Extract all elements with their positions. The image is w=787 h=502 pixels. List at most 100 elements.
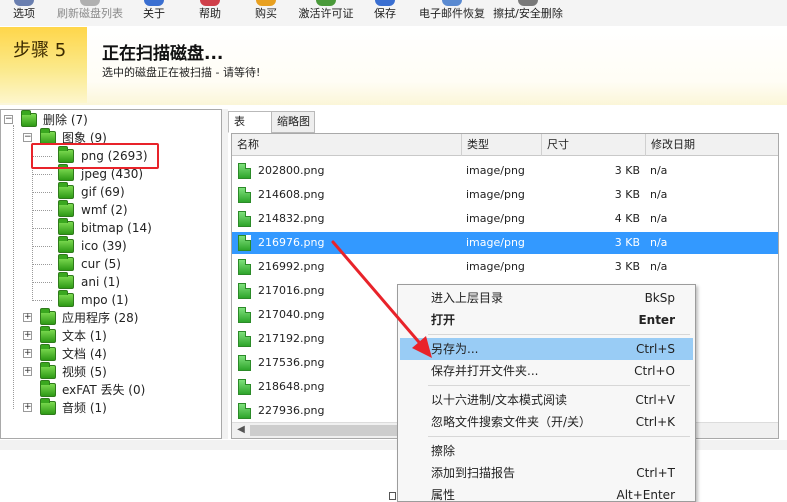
secure-delete-button[interactable]: 擦拭/安全删除: [491, 0, 565, 26]
folder-icon: [40, 398, 56, 415]
expand-icon[interactable]: +: [23, 331, 32, 340]
table-row[interactable]: 214832.png image/png 4 KB n/a: [232, 208, 778, 230]
menu-item-properties[interactable]: 属性 Alt+Enter: [400, 484, 693, 501]
expand-icon[interactable]: +: [23, 313, 32, 322]
menu-item-label: 打开: [431, 313, 456, 327]
refresh-drives-icon: [80, 0, 100, 6]
about-icon: [144, 0, 164, 6]
table-row[interactable]: 202800.png image/png 3 KB n/a: [232, 160, 778, 182]
resize-grip-icon[interactable]: [389, 492, 396, 500]
column-header-name[interactable]: 名称: [232, 134, 462, 156]
tree-node-label: 文本 (1): [62, 329, 107, 343]
tree-node-wmf[interactable]: wmf (2): [3, 200, 213, 219]
file-name: 202800.png: [258, 164, 325, 177]
menu-item-shortcut: Ctrl+V: [635, 393, 675, 407]
column-header-type[interactable]: 类型: [462, 134, 542, 156]
file-name: 214608.png: [258, 188, 325, 201]
file-name: 217016.png: [258, 284, 325, 297]
file-type: image/png: [466, 188, 525, 201]
refresh-drives-label: 刷新磁盘列表: [57, 7, 123, 20]
tree-node-mpo[interactable]: mpo (1): [3, 290, 213, 309]
menu-item-label: 保存并打开文件夹...: [431, 364, 539, 378]
toolbar: 选项 刷新磁盘列表 关于 帮助 购买 激活许可证 保存 电子邮件恢复 擦拭/安全…: [0, 0, 787, 26]
secure-delete-label: 擦拭/安全删除: [493, 7, 563, 20]
tree-node-label: bitmap (14): [81, 221, 152, 235]
pane-splitter[interactable]: [222, 109, 228, 439]
menu-item-label: 另存为...: [431, 342, 479, 356]
table-row-selected[interactable]: 216976.png image/png 3 KB n/a: [232, 232, 778, 254]
folder-icon: [40, 344, 56, 361]
file-size: 3 KB: [614, 236, 640, 249]
buy-button[interactable]: 购买: [250, 0, 282, 26]
save-button[interactable]: 保存: [369, 0, 401, 26]
help-icon: [200, 0, 220, 6]
annotation-highlight-box: [31, 143, 159, 169]
about-button[interactable]: 关于: [138, 0, 170, 26]
tree-node-applications[interactable]: + 应用程序 (28): [3, 308, 213, 327]
tree-node-text[interactable]: + 文本 (1): [3, 326, 213, 345]
folder-icon: [58, 164, 74, 181]
menu-item-ignore-folder[interactable]: 忽略文件搜索文件夹（开/关） Ctrl+K: [400, 411, 693, 433]
tree-node-exfat-lost[interactable]: exFAT 丢失 (0): [3, 380, 213, 399]
menu-item-go-up[interactable]: 进入上层目录 BkSp: [400, 287, 693, 309]
tree-node-gif[interactable]: gif (69): [3, 182, 213, 201]
folder-tree[interactable]: − 删除 (7) − 图象 (9) png (2693) jpeg (430) …: [0, 109, 222, 439]
step-banner: 步骤 5 正在扫描磁盘... 选中的磁盘正在被扫描 - 请等待!: [0, 27, 787, 105]
folder-icon: [58, 236, 74, 253]
folder-icon: [40, 380, 56, 397]
file-date: n/a: [650, 260, 668, 273]
table-row[interactable]: 216992.png image/png 3 KB n/a: [232, 256, 778, 278]
menu-item-shortcut: BkSp: [644, 291, 675, 305]
email-recovery-button[interactable]: 电子邮件恢复: [414, 0, 490, 26]
scrollbar-thumb[interactable]: [250, 425, 400, 436]
options-button[interactable]: 选项: [8, 0, 40, 26]
expand-icon[interactable]: +: [23, 403, 32, 412]
folder-icon: [58, 182, 74, 199]
tree-node-ani[interactable]: ani (1): [3, 272, 213, 291]
file-name: 227936.png: [258, 404, 325, 417]
menu-item-save-and-open-folder[interactable]: 保存并打开文件夹... Ctrl+O: [400, 360, 693, 382]
tree-node-documents[interactable]: + 文档 (4): [3, 344, 213, 363]
tree-node-label: ico (39): [81, 239, 127, 253]
expand-icon[interactable]: +: [23, 349, 32, 358]
tab-thumbnails[interactable]: 缩略图: [271, 111, 315, 133]
folder-icon: [40, 308, 56, 325]
scroll-left-arrow-icon[interactable]: ◀: [234, 423, 248, 438]
menu-item-erase[interactable]: 擦除: [400, 440, 693, 462]
activate-license-button[interactable]: 激活许可证: [294, 0, 358, 26]
tree-node-bitmap[interactable]: bitmap (14): [3, 218, 213, 237]
tab-table[interactable]: 表: [228, 111, 272, 133]
column-header-size[interactable]: 尺寸: [542, 134, 646, 156]
collapse-icon[interactable]: −: [4, 115, 13, 124]
tree-node-label: ani (1): [81, 275, 121, 289]
tree-node-video[interactable]: + 视频 (5): [3, 362, 213, 381]
column-header-date[interactable]: 修改日期: [646, 134, 778, 156]
expand-icon[interactable]: +: [23, 367, 32, 376]
refresh-drives-button[interactable]: 刷新磁盘列表: [52, 0, 128, 26]
tree-node-label: 视频 (5): [62, 365, 107, 379]
menu-item-save-as[interactable]: 另存为... Ctrl+S: [400, 338, 693, 360]
menu-item-open[interactable]: 打开 Enter: [400, 309, 693, 331]
menu-item-shortcut: Enter: [638, 313, 675, 327]
table-row[interactable]: 214608.png image/png 3 KB n/a: [232, 184, 778, 206]
menu-item-add-to-report[interactable]: 添加到扫描报告 Ctrl+T: [400, 462, 693, 484]
step-badge: 步骤 5: [0, 27, 87, 103]
folder-icon: [58, 272, 74, 289]
tree-node-label: mpo (1): [81, 293, 129, 307]
tree-node-deleted[interactable]: − 删除 (7): [3, 110, 213, 129]
file-size: 4 KB: [614, 212, 640, 225]
png-file-icon: [238, 307, 251, 323]
tree-node-audio[interactable]: + 音频 (1): [3, 398, 213, 417]
menu-item-label: 进入上层目录: [431, 291, 504, 305]
file-type: image/png: [466, 236, 525, 249]
menu-item-shortcut: Ctrl+O: [634, 364, 675, 378]
menu-item-hex-view[interactable]: 以十六进制/文本模式阅读 Ctrl+V: [400, 389, 693, 411]
tree-node-cur[interactable]: cur (5): [3, 254, 213, 273]
collapse-icon[interactable]: −: [23, 133, 32, 142]
png-file-icon: [238, 259, 251, 275]
file-date: n/a: [650, 212, 668, 225]
png-file-icon: [238, 355, 251, 371]
folder-icon: [58, 200, 74, 217]
tree-node-ico[interactable]: ico (39): [3, 236, 213, 255]
help-button[interactable]: 帮助: [194, 0, 226, 26]
